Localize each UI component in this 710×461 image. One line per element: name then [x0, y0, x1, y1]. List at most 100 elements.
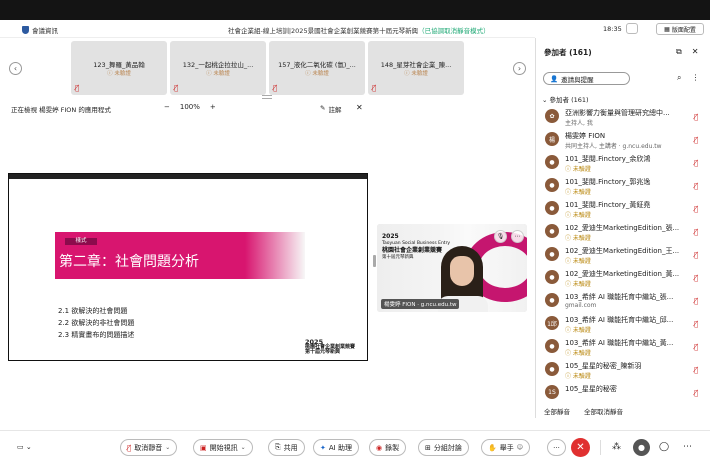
video-tile[interactable]: 157_液化二氧化碳 (氫)_... ⓘ 未驗證 🎙̸	[269, 41, 365, 95]
titlebar-right: 18:35 ▦ 版面配置	[535, 20, 710, 38]
meeting-title-text: 社會企業組-線上培訓|2025景國社會企業創業競賽第十屆元琴新興	[228, 27, 419, 35]
participants-section-header[interactable]: ⌄ 參加者 (161)	[542, 94, 589, 104]
participant-name: 103_希絆 AI 職能托育中繼站_邱...	[565, 316, 674, 324]
avatar: ●	[545, 224, 559, 238]
chat-icon[interactable]: ◯	[659, 442, 669, 452]
shared-screen[interactable]: 樣式 第二章：社會問題分析 2.1 欲解決的社會問題 2.2 欲解決的非社會問題…	[8, 173, 368, 361]
avatar: 1邱	[545, 316, 559, 330]
participant-row[interactable]: ● 101_斐閱.Finctory_郭兆逸 ⓘ 未驗證 🎙̸	[536, 175, 710, 197]
captions-icon[interactable]: ▭ ⌄	[17, 443, 32, 451]
popout-icon[interactable]: ⧉	[676, 47, 682, 57]
clipboard-icon[interactable]	[626, 23, 638, 34]
video-tile[interactable]: 132_一起桃企拉拉山_... ⓘ 未驗證 🎙̸	[170, 41, 266, 95]
breakout-button[interactable]: ⊞ 分組討論	[418, 439, 469, 456]
zoom-control: − 100% +	[164, 103, 216, 111]
participant-row[interactable]: 1S 105_星星的秘密 🎙̸	[536, 382, 710, 404]
section-label: 參加者 (161)	[549, 96, 589, 104]
mic-muted-icon[interactable]: 🎙̸	[694, 274, 698, 282]
participant-status-text: 未驗證	[572, 258, 591, 265]
invite-label: 邀請與提醒	[561, 75, 594, 84]
next-page-button[interactable]: ›	[513, 62, 526, 75]
close-annotate-icon[interactable]: ✕	[356, 103, 363, 112]
chevron-down-icon[interactable]: ⌄	[165, 444, 170, 451]
participant-row[interactable]: 楊楊雯婷 FION 共同主持人, 主講者 · g.ncu.edu.tw 🎙̸	[536, 129, 710, 151]
participant-status: ⓘ 未驗證	[565, 327, 591, 334]
slide-bullet: 2.3 精實畫布的問題描述	[58, 331, 135, 339]
search-icon[interactable]: ⌕	[677, 73, 681, 83]
mic-icon[interactable]: 🎙	[494, 230, 507, 243]
apps-icon[interactable]: ⁂	[612, 442, 621, 452]
mic-muted-icon[interactable]: 🎙̸	[694, 251, 698, 259]
participant-name: 105_星星的秘密	[565, 385, 617, 393]
participant-row[interactable]: ● 101_斐閱.Finctory_黃鉦堯 ⓘ 未驗證 🎙̸	[536, 198, 710, 220]
zoom-level[interactable]: 100%	[180, 103, 200, 111]
mic-muted-icon[interactable]: 🎙̸	[694, 205, 698, 213]
mic-muted-icon[interactable]: 🎙̸	[694, 320, 698, 328]
chevron-down-icon[interactable]: ⌄	[241, 444, 246, 451]
participant-row[interactable]: ● 101_斐閱.Finctory_余欣鴻 ⓘ 未驗證 🎙̸	[536, 152, 710, 174]
participant-status: ⓘ 未驗證	[565, 212, 591, 219]
participant-row[interactable]: ● 102_愛迪生MarketingEdition_黃... ⓘ 未驗證 🎙̸	[536, 267, 710, 289]
tile-status: ⓘ 未驗證	[404, 71, 428, 77]
unmute-button[interactable]: 🎙̸ 取消靜音 ⌄	[120, 439, 178, 456]
participant-row[interactable]: ● 103_希絆 AI 職能托育中繼站_黃... ⓘ 未驗證 🎙̸	[536, 336, 710, 358]
mic-muted-icon[interactable]: 🎙̸	[694, 228, 698, 236]
prev-page-button[interactable]: ‹	[9, 62, 22, 75]
participant-name: 101_斐閱.Finctory_余欣鴻	[565, 155, 651, 163]
more-panels-icon[interactable]: ⋯	[683, 442, 692, 452]
meeting-info-button[interactable]: 會議資訊	[22, 25, 58, 35]
participants-button[interactable]: ●	[633, 439, 650, 456]
mute-all-button[interactable]: 全部靜音	[544, 406, 570, 416]
mic-muted-icon[interactable]: 🎙̸	[694, 182, 698, 190]
zoom-out-button[interactable]: −	[164, 103, 170, 111]
mic-muted-icon[interactable]: 🎙̸	[694, 389, 698, 397]
participant-status: ⓘ 未驗證	[565, 281, 591, 288]
mic-muted-icon[interactable]: 🎙̸	[694, 343, 698, 351]
close-panel-icon[interactable]: ✕	[692, 47, 699, 57]
mic-muted-icon[interactable]: 🎙̸	[694, 136, 698, 144]
split-handle[interactable]	[373, 255, 376, 267]
participant-row[interactable]: ● 102_愛迪生MarketingEdition_張... ⓘ 未驗證 🎙̸	[536, 221, 710, 243]
participant-row[interactable]: ✿ 亞洲影響力衡量與管理研究總中... 主持人, 我 🎙̸	[536, 106, 710, 128]
unmute-label: 取消靜音	[134, 443, 163, 452]
record-button[interactable]: ◉ 錄製	[369, 439, 407, 456]
more-button[interactable]: ···	[547, 439, 566, 456]
zoom-in-button[interactable]: +	[210, 103, 216, 111]
clock-time: 18:35	[603, 25, 622, 33]
participant-row[interactable]: ● 103_希絆 AI 職能托育中繼站_張... gmail.com 🎙̸	[536, 290, 710, 312]
mic-muted-icon: 🎙̸	[75, 84, 80, 92]
ai-label: AI 助理	[328, 443, 352, 452]
participant-row[interactable]: ● 102_愛迪生MarketingEdition_王... ⓘ 未驗證 🎙̸	[536, 244, 710, 266]
mic-muted-icon[interactable]: 🎙̸	[694, 159, 698, 167]
close-icon: ✕	[576, 442, 585, 453]
mic-muted-icon[interactable]: 🎙̸	[694, 113, 698, 121]
end-call-button[interactable]: ✕	[571, 438, 590, 457]
start-video-button[interactable]: ▣ 開始視訊 ⌄	[193, 439, 253, 456]
participant-status-text: 未驗證	[572, 373, 591, 380]
mic-muted-icon[interactable]: 🎙̸	[694, 366, 698, 374]
participant-name: 102_愛迪生MarketingEdition_王...	[565, 247, 680, 255]
video-tile[interactable]: 123_舞羅_黃品翰 ⓘ 未驗證 🎙̸	[71, 41, 167, 95]
share-button[interactable]: ⎘ 共用	[268, 439, 305, 456]
participant-status-text: 未驗證	[572, 189, 591, 196]
participant-row[interactable]: 1邱 103_希絆 AI 職能托育中繼站_邱... ⓘ 未驗證 🎙̸	[536, 313, 710, 335]
reactions-icon[interactable]: ☺	[517, 444, 523, 451]
layout-button[interactable]: ▦ 版面配置	[656, 23, 704, 35]
participant-row[interactable]: ● 105_星星的秘密_陳新羽 ⓘ 未驗證 🎙̸	[536, 359, 710, 381]
invite-button[interactable]: 👤 邀請與提醒	[543, 72, 630, 85]
more-icon[interactable]: ⋯	[511, 230, 524, 243]
more-options-icon[interactable]: ⋮	[691, 73, 699, 83]
video-tile[interactable]: 148_星芽社會企業_陳... ⓘ 未驗證 🎙̸	[368, 41, 464, 95]
mic-muted-icon[interactable]: 🎙̸	[694, 297, 698, 305]
ai-assistant-button[interactable]: ✦ AI 助理	[313, 439, 359, 456]
annotate-button[interactable]: ✎ 註解	[320, 104, 341, 114]
more-label: ···	[553, 443, 560, 452]
participants-panel: 參加者 (161) ⧉ ✕ 👤 邀請與提醒 ⌕ ⋮ ⌄ 參加者 (161) ✿ 亞洲…	[535, 38, 710, 418]
raise-hand-button[interactable]: ✋ 舉手 ☺	[481, 439, 530, 456]
unmute-all-button[interactable]: 全部取消靜音	[584, 406, 623, 416]
avatar: ●	[545, 293, 559, 307]
mic-muted-icon: 🎙̸	[174, 84, 179, 92]
resize-handle[interactable]	[262, 95, 272, 99]
self-video[interactable]: 2025 Taoyuan Social Business Entry 桃園社會企…	[377, 224, 527, 312]
tile-status: ⓘ 未驗證	[206, 71, 230, 77]
